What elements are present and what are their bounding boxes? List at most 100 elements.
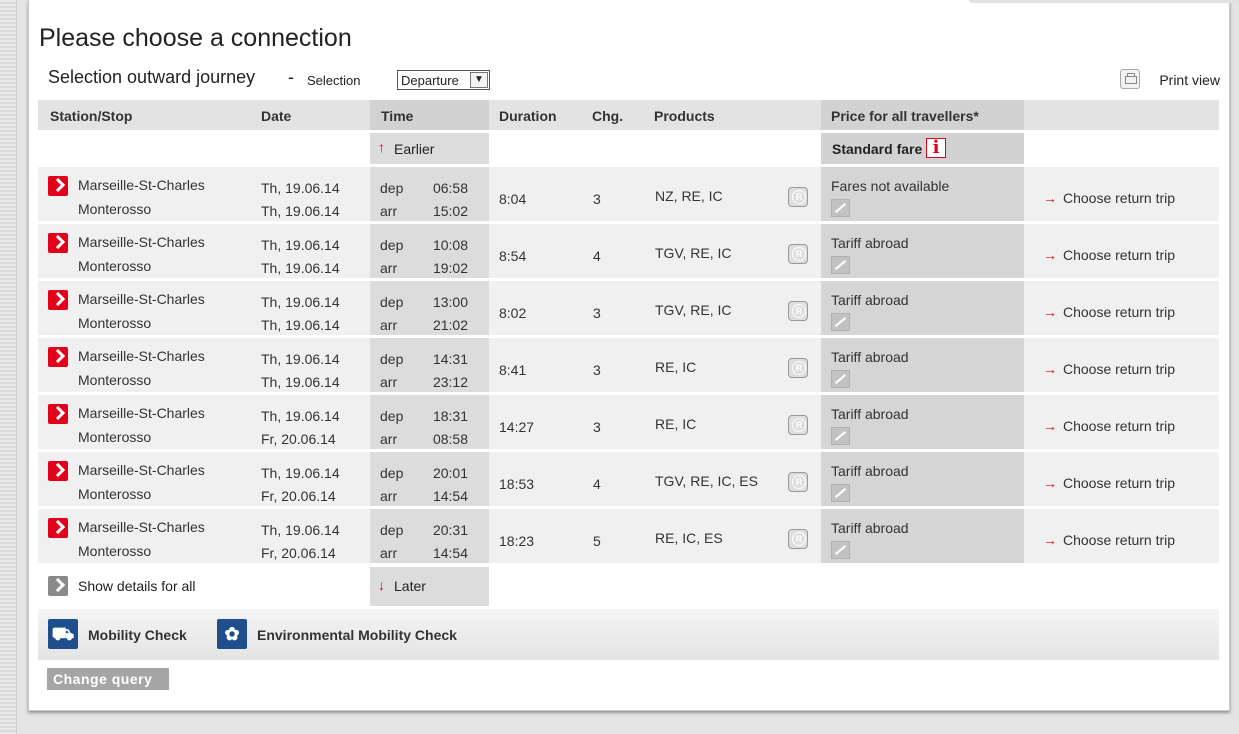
mobility-bar: ⛟ Mobility Check ✿ Environmental Mobilit… [38, 609, 1219, 660]
fare-unavailable-icon [831, 370, 850, 388]
choose-return-trip-link[interactable]: → Choose return trip [1043, 361, 1175, 377]
arrival-time: 23:12 [432, 374, 468, 390]
printer-icon [1120, 69, 1140, 89]
arrival-time: 14:54 [432, 488, 468, 504]
environmental-check-link[interactable]: Environmental Mobility Check [257, 627, 457, 643]
changes: 4 [593, 248, 601, 264]
separator: - [288, 67, 294, 87]
fare-text: Tariff abroad [831, 292, 909, 308]
earlier-button[interactable]: ↑ Earlier [370, 133, 489, 164]
reservation-icon[interactable] [788, 472, 808, 492]
station-to: Monterosso [78, 201, 152, 217]
price-cell-bg [821, 395, 1024, 449]
choose-return-trip-link[interactable]: → Choose return trip [1043, 304, 1175, 320]
header-products: Products [654, 108, 715, 124]
table-header: Station/Stop Date Time Duration Chg. Pro… [38, 100, 1219, 130]
products: RE, IC, ES [655, 530, 723, 546]
chevron-down-icon: ▼ [470, 72, 488, 88]
choose-return-trip-link[interactable]: → Choose return trip [1043, 247, 1175, 263]
departure-date: Th, 19.06.14 [261, 351, 340, 367]
choose-return-trip-link[interactable]: → Choose return trip [1043, 418, 1175, 434]
arrow-right-icon: → [1043, 361, 1057, 377]
changes: 3 [593, 305, 601, 321]
departure-date: Th, 19.06.14 [261, 180, 340, 196]
arrow-right-icon: → [1043, 475, 1057, 491]
departure-time: 18:31 [432, 408, 468, 424]
duration: 14:27 [499, 419, 535, 435]
choose-return-trip-label: Choose return trip [1063, 418, 1176, 434]
changes: 3 [593, 191, 601, 207]
show-details-all-link[interactable]: Show details for all [78, 578, 196, 594]
choose-return-trip-label: Choose return trip [1063, 361, 1176, 377]
header-changes: Chg. [592, 108, 624, 124]
duration: 18:53 [499, 476, 535, 492]
chevron-right-icon[interactable] [48, 290, 68, 310]
arrival-time: 21:02 [432, 317, 468, 333]
chevron-right-icon[interactable] [48, 404, 68, 424]
choose-return-trip-link[interactable]: → Choose return trip [1043, 190, 1175, 206]
departure-date: Th, 19.06.14 [261, 294, 340, 310]
chevron-right-icon[interactable] [48, 176, 68, 196]
page-title: Please choose a connection [39, 24, 352, 52]
reservation-icon[interactable] [788, 244, 808, 264]
print-view-label: Print view [1159, 72, 1220, 88]
choose-return-trip-link[interactable]: → Choose return trip [1043, 475, 1175, 491]
station-from: Marseille-St-Charles [78, 348, 205, 364]
station-from: Marseille-St-Charles [78, 291, 205, 307]
flower-icon[interactable]: ✿ [217, 619, 247, 649]
fare-text: Tariff abroad [831, 520, 909, 536]
table-row: Marseille-St-Charles Monterosso Th, 19.0… [38, 509, 1219, 563]
reservation-icon[interactable] [788, 415, 808, 435]
side-pattern [0, 0, 17, 734]
later-button[interactable]: ↓ Later [370, 567, 489, 606]
selection-dropdown[interactable]: Departure ▼ [397, 70, 490, 90]
table-row: Marseille-St-Charles Monterosso Th, 19.0… [38, 395, 1219, 449]
chevron-right-icon[interactable] [48, 233, 68, 253]
station-to: Monterosso [78, 315, 152, 331]
dep-label: dep [380, 522, 404, 538]
reservation-icon[interactable] [788, 358, 808, 378]
station-from: Marseille-St-Charles [78, 462, 205, 478]
station-to: Monterosso [78, 486, 152, 502]
departure-time: 13:00 [432, 294, 468, 310]
chevron-right-icon[interactable] [48, 518, 68, 538]
arrow-right-icon: → [1043, 190, 1057, 206]
chevron-right-icon[interactable] [48, 461, 68, 481]
reservation-icon[interactable] [788, 187, 808, 207]
fare-unavailable-icon [831, 199, 850, 217]
mobility-check-link[interactable]: Mobility Check [88, 627, 187, 643]
duration: 8:04 [499, 191, 527, 207]
fare-text: Tariff abroad [831, 235, 909, 251]
fare-text: Fares not available [831, 178, 950, 194]
change-query-button[interactable]: Change query [47, 668, 169, 690]
choose-return-trip-label: Choose return trip [1063, 475, 1176, 491]
arr-label: arr [380, 260, 398, 276]
products: RE, IC [655, 359, 697, 375]
arr-label: arr [380, 488, 398, 504]
arrival-date: Fr, 20.06.14 [261, 545, 336, 561]
choose-return-trip-label: Choose return trip [1063, 190, 1176, 206]
choose-return-trip-label: Choose return trip [1063, 532, 1176, 548]
price-cell-bg [821, 509, 1024, 563]
departure-date: Th, 19.06.14 [261, 408, 340, 424]
station-to: Monterosso [78, 372, 152, 388]
arrival-time: 15:02 [432, 203, 468, 219]
mobility-icon[interactable]: ⛟ [48, 619, 78, 649]
duration: 8:41 [499, 362, 527, 378]
fare-unavailable-icon [831, 427, 850, 445]
show-all-chevron-icon[interactable] [48, 576, 68, 596]
changes: 3 [593, 362, 601, 378]
station-to: Monterosso [78, 543, 152, 559]
fare-text: Tariff abroad [831, 406, 909, 422]
products: RE, IC [655, 416, 697, 432]
choose-return-trip-link[interactable]: → Choose return trip [1043, 532, 1175, 548]
price-cell-bg [821, 167, 1024, 221]
station-from: Marseille-St-Charles [78, 177, 205, 193]
chevron-right-icon[interactable] [48, 347, 68, 367]
reservation-icon[interactable] [788, 529, 808, 549]
changes: 4 [593, 476, 601, 492]
info-icon[interactable]: i [926, 138, 946, 158]
reservation-icon[interactable] [788, 301, 808, 321]
table-footer: Show details for all ↓ Later [38, 567, 1219, 606]
arrival-date: Th, 19.06.14 [261, 317, 340, 333]
